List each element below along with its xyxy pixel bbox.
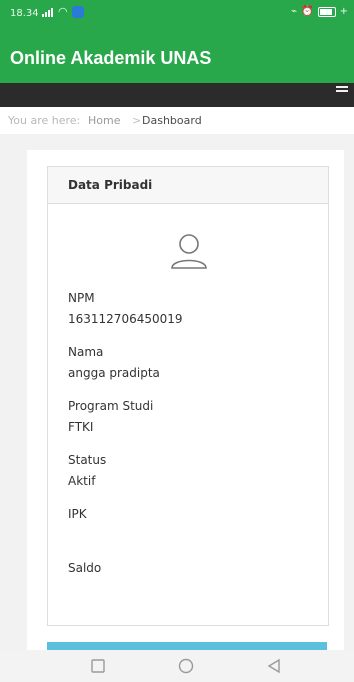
alarm-icon: ⏰ [301, 6, 314, 17]
npm-value: 163112706450019 [68, 312, 183, 326]
battery-icon [317, 6, 336, 17]
nama-label: Nama [68, 345, 104, 359]
data-pribadi-panel: Data Pribadi NPM 163112706450019 Nama an… [47, 166, 329, 626]
app-header: 18.34 ◠ ⌁ ⏰ + Online Akademik UNAS [0, 0, 354, 83]
program-studi-value: FTKI [68, 420, 94, 434]
breadcrumb: You are here: Home > Dashboard [0, 107, 354, 134]
panel-title: Data Pribadi [48, 167, 328, 204]
signal-icon [42, 7, 53, 17]
nama-value: angga pradipta [68, 366, 160, 380]
npm-label: NPM [68, 291, 95, 305]
status-label: Status [68, 453, 107, 467]
user-icon [171, 234, 207, 269]
navbar [0, 83, 354, 107]
hamburger-icon[interactable] [336, 86, 348, 94]
content-area: Data Pribadi NPM 163112706450019 Nama an… [27, 150, 344, 650]
saldo-label: Saldo [68, 561, 102, 575]
app-notification-icon [72, 6, 84, 18]
app-title: Online Akademik UNAS [10, 48, 212, 68]
triangle-back-icon[interactable] [266, 658, 282, 674]
charging-icon: + [339, 6, 348, 17]
status-value: Aktif [68, 474, 96, 488]
next-panel-header [47, 642, 327, 650]
ipk-label: IPK [68, 507, 87, 521]
wifi-icon: ◠ [58, 5, 68, 18]
status-right: ⌁ ⏰ + [291, 6, 348, 17]
nfc-icon: ⌁ [291, 6, 298, 17]
breadcrumb-separator: > [132, 114, 142, 127]
status-bar: 18.34 ◠ ⌁ ⏰ + [0, 0, 354, 28]
breadcrumb-prefix: You are here: [8, 114, 81, 127]
breadcrumb-home-link[interactable]: Home [88, 107, 120, 134]
breadcrumb-current: Dashboard [142, 114, 202, 127]
system-nav-bar [0, 650, 354, 682]
circle-icon[interactable] [178, 658, 194, 674]
status-time: 18.34 [10, 8, 39, 19]
square-icon[interactable] [90, 658, 106, 674]
program-studi-label: Program Studi [68, 399, 154, 413]
